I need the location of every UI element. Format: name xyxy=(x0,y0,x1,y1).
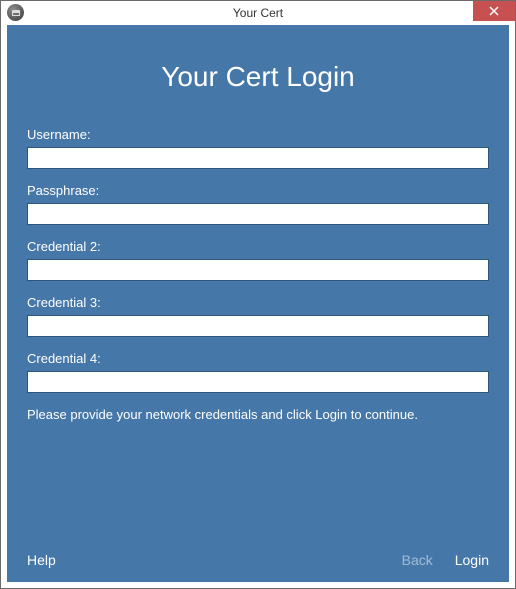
footer-bar: Help Back Login xyxy=(27,552,489,568)
content-panel: Your Cert Login Username: Passphrase: Cr… xyxy=(7,25,509,582)
field-credential-4: Credential 4: xyxy=(27,351,489,393)
app-window: Your Cert Your Cert Login Username: Pass… xyxy=(0,0,516,589)
back-button: Back xyxy=(402,552,433,568)
app-icon xyxy=(7,4,24,21)
label-passphrase: Passphrase: xyxy=(27,183,489,198)
instruction-text: Please provide your network credentials … xyxy=(27,407,489,422)
label-username: Username: xyxy=(27,127,489,142)
input-credential-3[interactable] xyxy=(27,315,489,337)
label-credential-3: Credential 3: xyxy=(27,295,489,310)
close-icon xyxy=(489,6,499,16)
field-credential-2: Credential 2: xyxy=(27,239,489,281)
login-button[interactable]: Login xyxy=(455,552,489,568)
input-credential-2[interactable] xyxy=(27,259,489,281)
field-username: Username: xyxy=(27,127,489,169)
window-title: Your Cert xyxy=(233,1,283,25)
close-button[interactable] xyxy=(473,1,515,21)
label-credential-2: Credential 2: xyxy=(27,239,489,254)
field-credential-3: Credential 3: xyxy=(27,295,489,337)
help-link[interactable]: Help xyxy=(27,552,56,568)
input-credential-4[interactable] xyxy=(27,371,489,393)
label-credential-4: Credential 4: xyxy=(27,351,489,366)
field-passphrase: Passphrase: xyxy=(27,183,489,225)
page-heading: Your Cert Login xyxy=(27,61,489,93)
titlebar[interactable]: Your Cert xyxy=(1,1,515,25)
input-username[interactable] xyxy=(27,147,489,169)
input-passphrase[interactable] xyxy=(27,203,489,225)
